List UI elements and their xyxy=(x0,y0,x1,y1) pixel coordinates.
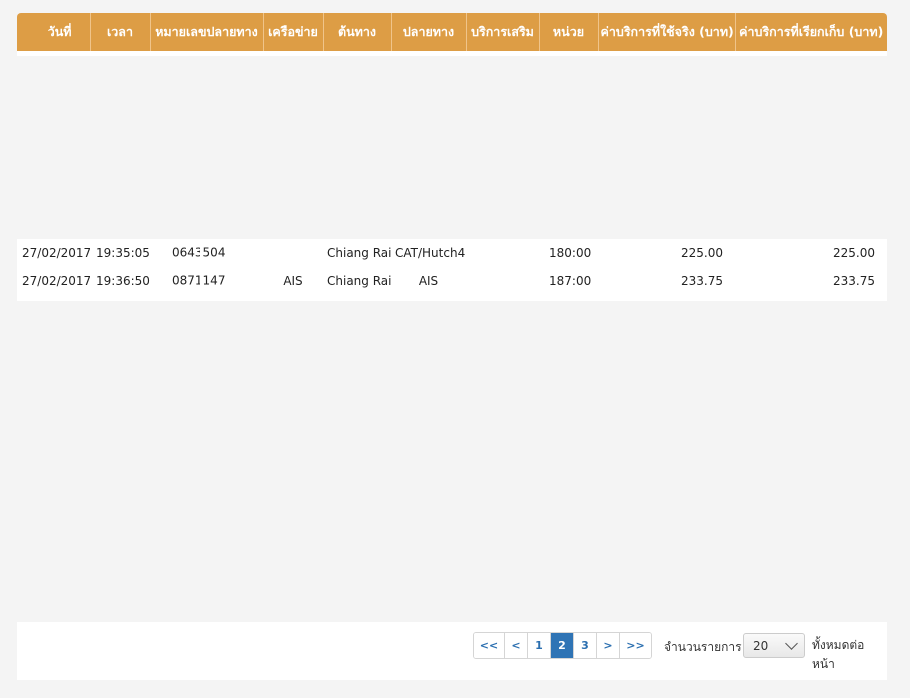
cell-date: 27/02/2017 xyxy=(17,267,90,295)
empty-region xyxy=(17,56,887,239)
cell-actual-charge: 225.00 xyxy=(598,239,735,267)
number-suffix: 504 xyxy=(202,245,226,260)
header-time[interactable]: เวลา xyxy=(90,13,151,51)
header-charged-amount[interactable]: ค่าบริการที่เรียกเก็บ (บาท) xyxy=(735,13,887,51)
call-records-table: วันที่ เวลา หมายเลขปลายทาง เครือข่าย ต้น… xyxy=(17,13,887,301)
prev-page-button[interactable]: < xyxy=(505,633,528,658)
pagination-panel: << < 1 2 3 > >> จำนวนรายการ 20 ทั้งหมดต่… xyxy=(17,622,887,680)
table-row[interactable]: 27/02/2017 19:35:05 0643504 Chiang Rai C… xyxy=(17,239,887,267)
per-page-label: จำนวนรายการ xyxy=(664,640,742,654)
cell-network xyxy=(263,239,323,267)
page-3-button[interactable]: 3 xyxy=(574,633,597,658)
header-units[interactable]: หน่วย xyxy=(539,13,599,51)
cell-date: 27/02/2017 xyxy=(17,239,90,267)
first-page-button[interactable]: << xyxy=(474,633,505,658)
per-page-select[interactable]: 20 xyxy=(743,633,805,658)
header-destination-number[interactable]: หมายเลขปลายทาง xyxy=(150,13,264,51)
cell-addon xyxy=(466,239,539,267)
cell-charged-amount: 233.75 xyxy=(735,267,887,295)
cell-units: 180:00 xyxy=(539,239,598,267)
cell-source: Chiang Rai xyxy=(323,239,391,267)
number-prefix: 0871 xyxy=(172,273,203,288)
cell-actual-charge: 233.75 xyxy=(598,267,735,295)
page-2-button[interactable]: 2 xyxy=(551,633,574,658)
cell-charged-amount: 225.00 xyxy=(735,239,887,267)
cell-source: Chiang Rai xyxy=(323,267,391,295)
cell-destination: AIS xyxy=(391,267,466,295)
header-network[interactable]: เครือข่าย xyxy=(263,13,324,51)
per-page-value: 20 xyxy=(753,639,769,653)
chevron-down-icon xyxy=(785,637,798,650)
cell-units: 187:00 xyxy=(539,267,598,295)
header-destination[interactable]: ปลายทาง xyxy=(391,13,467,51)
header-source[interactable]: ต้นทาง xyxy=(323,13,392,51)
cell-time: 19:36:50 xyxy=(90,267,150,295)
number-suffix: 147 xyxy=(202,273,226,288)
per-page-suffix: ทั้งหมดต่อหน้า xyxy=(812,638,865,671)
pagination: << < 1 2 3 > >> xyxy=(473,632,652,659)
header-date[interactable]: วันที่ xyxy=(17,13,91,51)
cell-destination: CAT/Hutch4 xyxy=(391,239,466,267)
table-row[interactable]: 27/02/2017 19:36:50 0871147 AIS Chiang R… xyxy=(17,267,887,295)
header-actual-charge[interactable]: ค่าบริการที่ใช้จริง (บาท) xyxy=(598,13,736,51)
last-page-button[interactable]: >> xyxy=(620,633,651,658)
table-spacer xyxy=(17,295,887,301)
next-page-button[interactable]: > xyxy=(597,633,620,658)
cell-time: 19:35:05 xyxy=(90,239,150,267)
cell-destination-number: 0643504 xyxy=(150,239,263,267)
page-1-button[interactable]: 1 xyxy=(528,633,551,658)
cell-network: AIS xyxy=(263,267,323,295)
cell-addon xyxy=(466,267,539,295)
header-addon-service[interactable]: บริการเสริม xyxy=(466,13,540,51)
number-prefix: 0643 xyxy=(172,245,203,260)
table-header-row: วันที่ เวลา หมายเลขปลายทาง เครือข่าย ต้น… xyxy=(17,13,887,51)
cell-destination-number: 0871147 xyxy=(150,267,263,295)
